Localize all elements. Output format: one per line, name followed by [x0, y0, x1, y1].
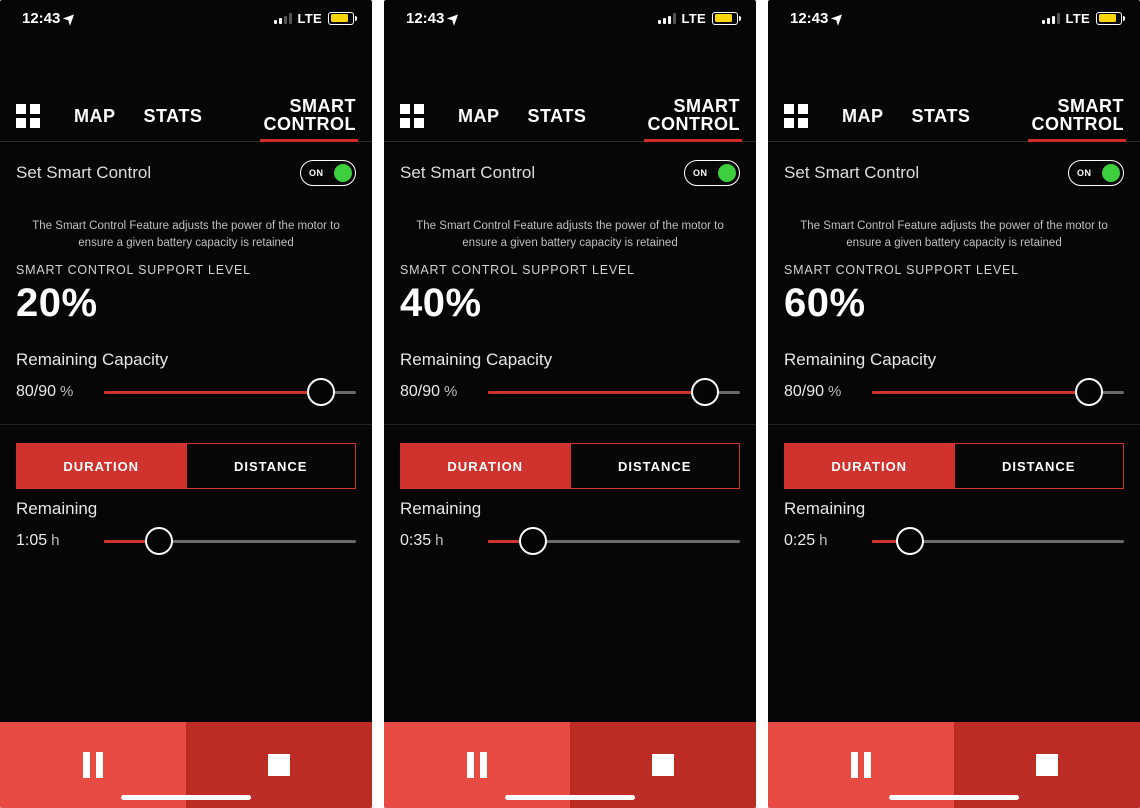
status-time: 12:43 — [22, 10, 60, 27]
status-time: 12:43 — [790, 10, 828, 27]
capacity-label: Remaining Capacity — [768, 340, 1140, 378]
support-level-value: 20% — [0, 281, 372, 340]
grid-button[interactable] — [784, 104, 808, 128]
tab-stats[interactable]: STATS — [912, 106, 971, 141]
pause-icon — [83, 752, 103, 778]
battery-icon — [328, 12, 354, 25]
home-indicator[interactable] — [505, 795, 635, 800]
mode-segmented: DURATIONDISTANCE — [784, 443, 1124, 489]
support-level-value: 40% — [384, 281, 756, 340]
signal-icon — [274, 13, 292, 24]
support-level-label: SMART CONTROL SUPPORT LEVEL — [384, 259, 756, 281]
remaining-value: 0:35h — [400, 532, 474, 550]
tab-smart-control[interactable]: SMARTCONTROL — [1032, 97, 1125, 141]
smart-control-description: The Smart Control Feature adjusts the po… — [768, 204, 1140, 259]
location-icon: ➤ — [444, 8, 464, 28]
pause-icon — [851, 752, 871, 778]
smart-control-toggle[interactable]: ON — [684, 160, 740, 186]
remaining-label: Remaining — [768, 489, 1140, 527]
grid-button[interactable] — [400, 104, 424, 128]
phone-screen: 12:43➤ LTE MAP STATS SMARTCONTROL Set Smart C… — [0, 0, 372, 808]
support-level-value: 60% — [768, 281, 1140, 340]
remaining-label: Remaining — [384, 489, 756, 527]
capacity-slider[interactable] — [872, 378, 1124, 406]
segment-duration[interactable]: DURATION — [401, 444, 570, 488]
status-time: 12:43 — [406, 10, 444, 27]
tab-map[interactable]: MAP — [458, 106, 500, 141]
status-bar: 12:43➤ LTE — [0, 0, 372, 36]
mode-segmented: DURATIONDISTANCE — [16, 443, 356, 489]
smart-control-title: Set Smart Control — [16, 163, 151, 183]
segment-duration[interactable]: DURATION — [17, 444, 186, 488]
location-icon: ➤ — [828, 8, 848, 28]
tab-smart-control[interactable]: SMARTCONTROL — [648, 97, 741, 141]
tab-bar: MAP STATS SMARTCONTROL — [0, 90, 372, 142]
remaining-value: 1:05h — [16, 532, 90, 550]
signal-icon — [658, 13, 676, 24]
smart-control-toggle[interactable]: ON — [1068, 160, 1124, 186]
status-bar: 12:43➤ LTE — [768, 0, 1140, 36]
capacity-value: 80/90% — [16, 383, 90, 401]
tab-stats[interactable]: STATS — [528, 106, 587, 141]
signal-icon — [1042, 13, 1060, 24]
stop-icon — [268, 754, 290, 776]
location-icon: ➤ — [60, 8, 80, 28]
tab-map[interactable]: MAP — [842, 106, 884, 141]
smart-control-description: The Smart Control Feature adjusts the po… — [0, 204, 372, 259]
remaining-label: Remaining — [0, 489, 372, 527]
smart-control-description: The Smart Control Feature adjusts the po… — [384, 204, 756, 259]
segment-distance[interactable]: DISTANCE — [570, 444, 740, 488]
segment-distance[interactable]: DISTANCE — [954, 444, 1124, 488]
network-label: LTE — [298, 11, 323, 26]
tab-map[interactable]: MAP — [74, 106, 116, 141]
tab-stats[interactable]: STATS — [144, 106, 203, 141]
capacity-value: 80/90% — [784, 383, 858, 401]
capacity-slider[interactable] — [104, 378, 356, 406]
tab-smart-control[interactable]: SMARTCONTROL — [264, 97, 357, 141]
capacity-slider[interactable] — [488, 378, 740, 406]
home-indicator[interactable] — [121, 795, 251, 800]
remaining-slider[interactable] — [872, 527, 1124, 555]
remaining-slider[interactable] — [488, 527, 740, 555]
home-indicator[interactable] — [889, 795, 1019, 800]
battery-icon — [712, 12, 738, 25]
stop-icon — [652, 754, 674, 776]
remaining-slider[interactable] — [104, 527, 356, 555]
stop-icon — [1036, 754, 1058, 776]
tab-bar: MAP STATS SMARTCONTROL — [384, 90, 756, 142]
battery-icon — [1096, 12, 1122, 25]
smart-control-title: Set Smart Control — [784, 163, 919, 183]
smart-control-title: Set Smart Control — [400, 163, 535, 183]
mode-segmented: DURATIONDISTANCE — [400, 443, 740, 489]
remaining-value: 0:25h — [784, 532, 858, 550]
segment-duration[interactable]: DURATION — [785, 444, 954, 488]
support-level-label: SMART CONTROL SUPPORT LEVEL — [0, 259, 372, 281]
smart-control-toggle[interactable]: ON — [300, 160, 356, 186]
network-label: LTE — [1066, 11, 1091, 26]
support-level-label: SMART CONTROL SUPPORT LEVEL — [768, 259, 1140, 281]
capacity-value: 80/90% — [400, 383, 474, 401]
capacity-label: Remaining Capacity — [384, 340, 756, 378]
phone-screen: 12:43➤ LTE MAP STATS SMARTCONTROL Set Smart C… — [768, 0, 1140, 808]
segment-distance[interactable]: DISTANCE — [186, 444, 356, 488]
network-label: LTE — [682, 11, 707, 26]
status-bar: 12:43➤ LTE — [384, 0, 756, 36]
capacity-label: Remaining Capacity — [0, 340, 372, 378]
pause-icon — [467, 752, 487, 778]
phone-screen: 12:43➤ LTE MAP STATS SMARTCONTROL Set Smart C… — [384, 0, 756, 808]
tab-bar: MAP STATS SMARTCONTROL — [768, 90, 1140, 142]
grid-button[interactable] — [16, 104, 40, 128]
